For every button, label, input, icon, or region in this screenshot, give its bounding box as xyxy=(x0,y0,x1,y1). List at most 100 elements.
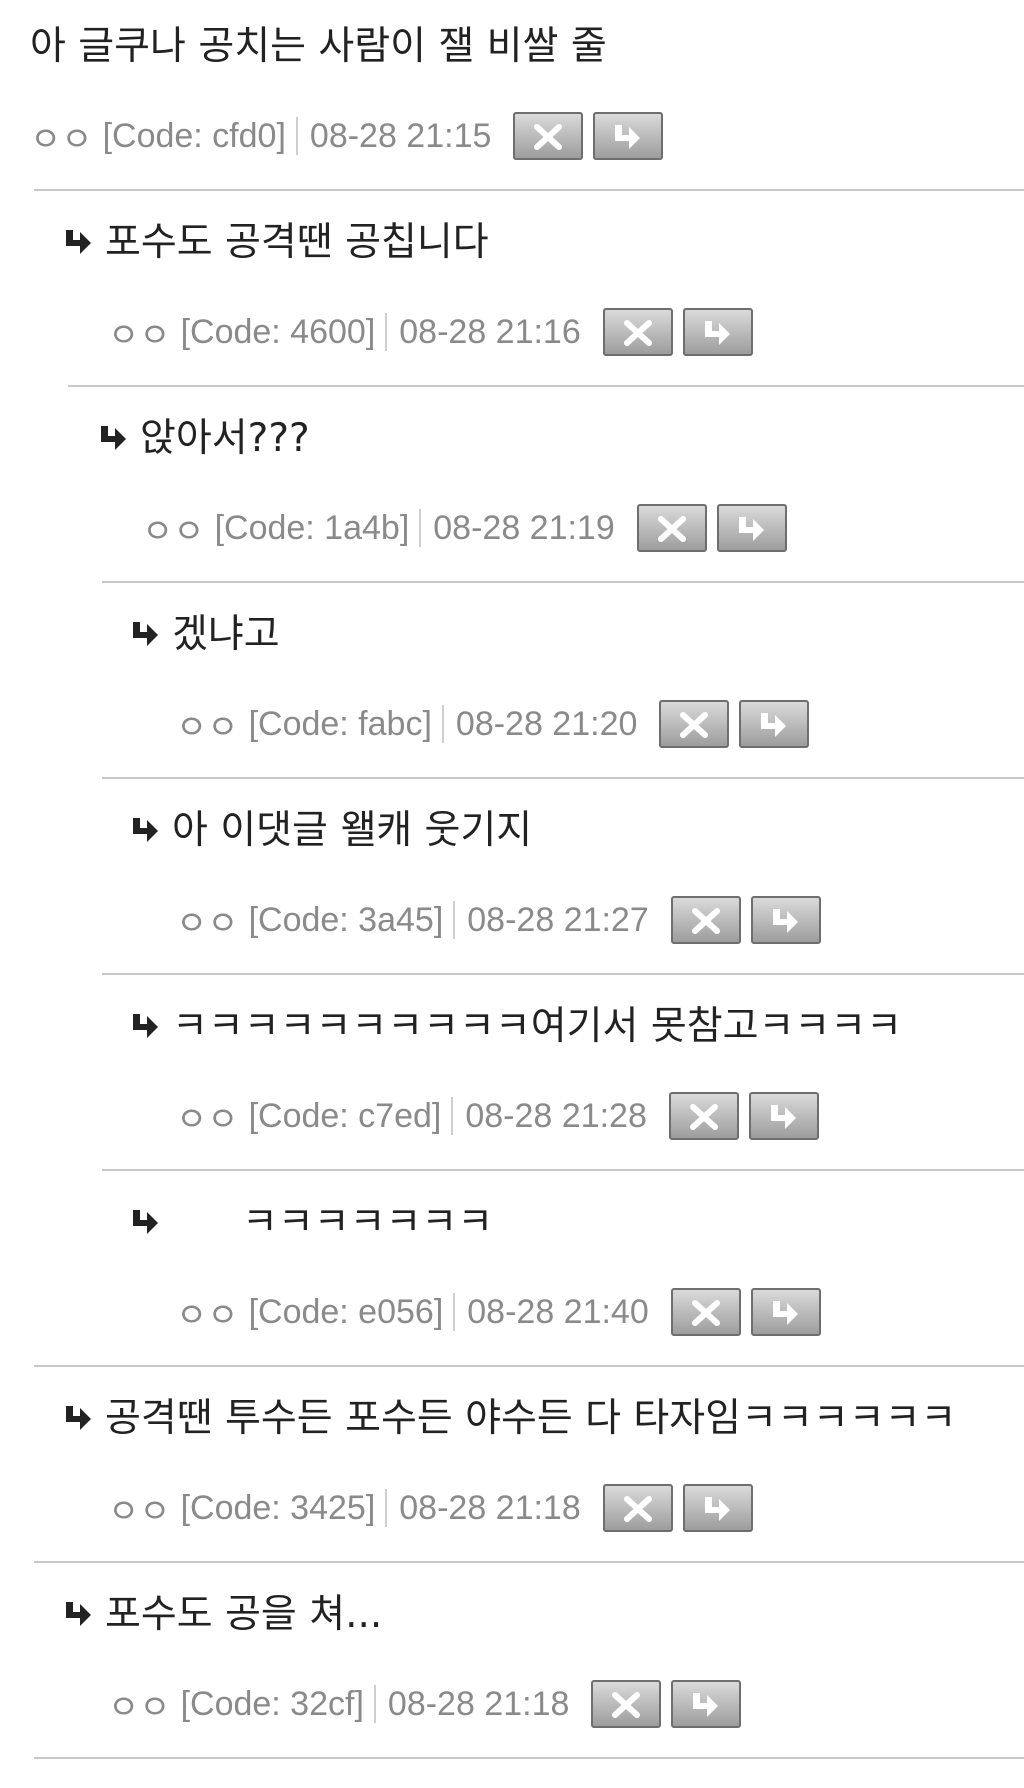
delete-comment-button[interactable] xyxy=(513,112,584,160)
reply-comment-button[interactable] xyxy=(682,308,753,356)
reply-indicator-icon xyxy=(130,1208,160,1236)
meta-separator xyxy=(419,509,422,547)
reply-arrow-icon xyxy=(761,713,787,737)
comment-text: 공격땐 투수든 포수든 야수든 다 타자임ㅋㅋㅋㅋㅋㅋ xyxy=(105,1396,957,1441)
meta-separator xyxy=(441,705,444,743)
close-icon xyxy=(680,712,709,738)
comment-item: 포수도 공격땐 공칩니다 ㅇㅇ [Code: 4600] 08-28 21:16 xyxy=(0,220,1024,416)
author-code: [Code: 3a45] xyxy=(248,900,444,939)
author-nickname: ㅇㅇ xyxy=(176,904,239,943)
reply-indicator-icon xyxy=(63,1600,93,1628)
comment-meta: ㅇㅇ [Code: fabc] 08-28 21:20 xyxy=(176,700,810,748)
close-icon xyxy=(657,516,686,542)
delete-comment-button[interactable] xyxy=(659,700,730,748)
meta-separator xyxy=(385,313,388,351)
author-code: [Code: 3425] xyxy=(180,1488,376,1527)
author-nickname: ㅇㅇ xyxy=(176,708,239,747)
reply-comment-button[interactable] xyxy=(748,1092,819,1140)
reply-indicator-icon xyxy=(63,1404,93,1432)
comment-divider xyxy=(102,1169,1024,1171)
comment-text: ㅋㅋㅋㅋㅋㅋㅋㅋㅋㅋ여기서 못참고ㅋㅋㅋㅋ xyxy=(172,1004,902,1049)
author-nickname: ㅇㅇ xyxy=(176,1296,239,1335)
comment-text: 포수도 공을 쳐... xyxy=(105,1592,383,1637)
comment-item: 아 글쿠나 공치는 사람이 잴 비쌀 줄 ㅇㅇ [Code: cfd0] 08-28 … xyxy=(0,24,1024,220)
delete-comment-button[interactable] xyxy=(591,1680,662,1728)
author-nickname: ㅇㅇ xyxy=(176,1100,239,1139)
close-icon xyxy=(691,908,720,934)
comment-divider xyxy=(34,1757,1024,1759)
comment-meta: ㅇㅇ [Code: 1a4b] 08-28 21:19 xyxy=(142,504,787,552)
reply-comment-button[interactable] xyxy=(593,112,664,160)
meta-separator xyxy=(451,1097,454,1135)
comment-item: 겠냐고 ㅇㅇ [Code: fabc] 08-28 21:20 xyxy=(0,612,1024,808)
comment-divider xyxy=(34,1365,1024,1367)
comment-timestamp: 08-28 21:19 xyxy=(433,508,615,547)
comment-text: 포수도 공격땐 공칩니다 xyxy=(105,220,489,265)
delete-comment-button[interactable] xyxy=(636,504,707,552)
comment-timestamp: 08-28 21:40 xyxy=(467,1292,649,1331)
reply-arrow-icon xyxy=(772,1301,798,1325)
close-icon xyxy=(689,1104,718,1130)
meta-separator xyxy=(385,1489,388,1527)
comment-text: 아 이댓글 왤캐 웃기지 xyxy=(172,808,533,853)
comment-text: ㅋㅋㅋㅋㅋㅋㅋ xyxy=(242,1200,494,1245)
reply-indicator-icon xyxy=(130,1012,160,1040)
reply-indicator-icon xyxy=(130,816,160,844)
close-icon xyxy=(534,124,563,150)
reply-comment-button[interactable] xyxy=(671,1680,742,1728)
delete-comment-button[interactable] xyxy=(668,1092,739,1140)
comment-timestamp: 08-28 21:16 xyxy=(399,312,581,351)
author-code: [Code: 32cf] xyxy=(180,1684,364,1723)
reply-indicator-icon xyxy=(98,424,128,452)
comment-meta: ㅇㅇ [Code: cfd0] 08-28 21:15 xyxy=(30,112,664,160)
meta-separator xyxy=(453,901,456,939)
delete-comment-button[interactable] xyxy=(670,896,741,944)
comment-item: ㅋㅋㅋㅋㅋㅋㅋㅇㅇ [Code: e056] 08-28 21:40 xyxy=(0,1200,1024,1396)
reply-arrow-icon xyxy=(693,1693,719,1717)
author-nickname: ㅇㅇ xyxy=(108,1688,171,1727)
comment-text: 아 글쿠나 공치는 사람이 잴 비쌀 줄 xyxy=(30,24,607,69)
reply-arrow-icon xyxy=(704,321,730,345)
comment-timestamp: 08-28 21:18 xyxy=(399,1488,581,1527)
comment-divider xyxy=(102,973,1024,975)
comment-text: 겠냐고 xyxy=(172,612,280,657)
meta-separator xyxy=(295,117,298,155)
author-code: [Code: 1a4b] xyxy=(214,508,410,547)
reply-comment-button[interactable] xyxy=(682,1484,753,1532)
comment-timestamp: 08-28 21:28 xyxy=(465,1096,647,1135)
comment-divider xyxy=(102,581,1024,583)
comment-meta: ㅇㅇ [Code: 3425] 08-28 21:18 xyxy=(108,1484,753,1532)
delete-comment-button[interactable] xyxy=(602,1484,673,1532)
close-icon xyxy=(691,1300,720,1326)
reply-comment-button[interactable] xyxy=(739,700,810,748)
comment-timestamp: 08-28 21:27 xyxy=(467,900,649,939)
author-nickname: ㅇㅇ xyxy=(108,1492,171,1531)
comment-item: 공격땐 투수든 포수든 야수든 다 타자임ㅋㅋㅋㅋㅋㅋ ㅇㅇ [Code: 3425… xyxy=(0,1396,1024,1592)
author-nickname: ㅇㅇ xyxy=(142,512,205,551)
comment-divider xyxy=(34,1561,1024,1563)
author-code: [Code: 4600] xyxy=(180,312,376,351)
author-code: [Code: fabc] xyxy=(248,704,432,743)
comment-thread: 아 글쿠나 공치는 사람이 잴 비쌀 줄 ㅇㅇ [Code: cfd0] 08-28 … xyxy=(0,0,1024,1770)
author-code: [Code: cfd0] xyxy=(102,116,286,155)
reply-comment-button[interactable] xyxy=(750,1288,821,1336)
comment-divider xyxy=(34,189,1024,191)
reply-comment-button[interactable] xyxy=(716,504,787,552)
comment-item: 앉아서??? ㅇㅇ [Code: 1a4b] 08-28 21:19 xyxy=(0,416,1024,612)
author-nickname: ㅇㅇ xyxy=(108,316,171,355)
comment-timestamp: 08-28 21:20 xyxy=(455,704,638,743)
reply-arrow-icon xyxy=(615,125,641,149)
delete-comment-button[interactable] xyxy=(602,308,673,356)
delete-comment-button[interactable] xyxy=(670,1288,741,1336)
comment-meta: ㅇㅇ [Code: e056] 08-28 21:40 xyxy=(176,1288,821,1336)
comment-meta: ㅇㅇ [Code: 4600] 08-28 21:16 xyxy=(108,308,753,356)
close-icon xyxy=(612,1692,641,1718)
reply-comment-button[interactable] xyxy=(750,896,821,944)
reply-arrow-icon xyxy=(772,909,798,933)
reply-indicator-icon xyxy=(130,620,160,648)
comment-timestamp: 08-28 21:18 xyxy=(387,1684,570,1723)
comment-text: 앉아서??? xyxy=(140,416,310,461)
author-code: [Code: c7ed] xyxy=(248,1096,442,1135)
comment-meta: ㅇㅇ [Code: c7ed] 08-28 21:28 xyxy=(176,1092,819,1140)
comment-timestamp: 08-28 21:15 xyxy=(309,116,492,155)
